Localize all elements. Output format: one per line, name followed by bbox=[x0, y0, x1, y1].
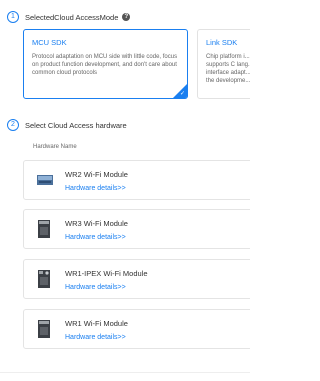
step-2-number: 2 bbox=[7, 119, 19, 131]
hardware-item-wr1-ipex[interactable]: WR1-IPEX Wi-Fi Module Hardware details>> bbox=[23, 259, 250, 299]
wifi-module-ipex-icon bbox=[38, 270, 50, 288]
wifi-module-chip-icon bbox=[38, 220, 50, 238]
checkmark-icon: ✓ bbox=[179, 91, 185, 97]
wifi-module-board-icon bbox=[37, 175, 53, 185]
hardware-item-wr2[interactable]: WR2 Wi-Fi Module Hardware details>> bbox=[23, 160, 250, 200]
hardware-item-wr3[interactable]: WR3 Wi-Fi Module Hardware details>> bbox=[23, 209, 250, 249]
wifi-module-chip-icon bbox=[38, 320, 50, 338]
divider bbox=[0, 372, 250, 373]
step-1-header: 1 SelectedCloud AccessMode ? bbox=[7, 11, 131, 23]
hardware-details-link[interactable]: Hardware details>> bbox=[65, 185, 126, 192]
hardware-name: WR1 Wi-Fi Module bbox=[65, 319, 128, 328]
hardware-details-link[interactable]: Hardware details>> bbox=[65, 334, 126, 341]
question-circle-icon[interactable]: ? bbox=[122, 13, 131, 21]
hardware-details-link[interactable]: Hardware details>> bbox=[65, 234, 126, 241]
mode-card-title: Link SDK bbox=[206, 38, 238, 47]
hardware-name: WR2 Wi-Fi Module bbox=[65, 170, 128, 179]
hardware-item-wr1[interactable]: WR1 Wi-Fi Module Hardware details>> bbox=[23, 309, 250, 349]
mode-card-link-sdk[interactable]: Link SDK Chip platform i... supports C l… bbox=[197, 29, 250, 99]
hardware-name: WR3 Wi-Fi Module bbox=[65, 219, 128, 228]
mode-card-description: Protocol adaptation on MCU side with lit… bbox=[32, 54, 178, 76]
step-1-number: 1 bbox=[7, 11, 19, 23]
hardware-name-column-header: Hardware Name bbox=[33, 144, 77, 150]
hardware-name: WR1-IPEX Wi-Fi Module bbox=[65, 269, 148, 278]
step-2-header: 2 Select Cloud Access hardware bbox=[7, 119, 127, 131]
mode-card-title: MCU SDK bbox=[32, 38, 67, 47]
page: 1 SelectedCloud AccessMode ? MCU SDK Pro… bbox=[0, 0, 250, 381]
mode-card-description: Chip platform i... supports C lang... in… bbox=[206, 54, 250, 84]
hardware-details-link[interactable]: Hardware details>> bbox=[65, 284, 126, 291]
step-2-title: Select Cloud Access hardware bbox=[25, 120, 127, 130]
step-1-title: SelectedCloud AccessMode bbox=[25, 12, 119, 22]
mode-card-mcu-sdk[interactable]: MCU SDK Protocol adaptation on MCU side … bbox=[23, 29, 188, 99]
